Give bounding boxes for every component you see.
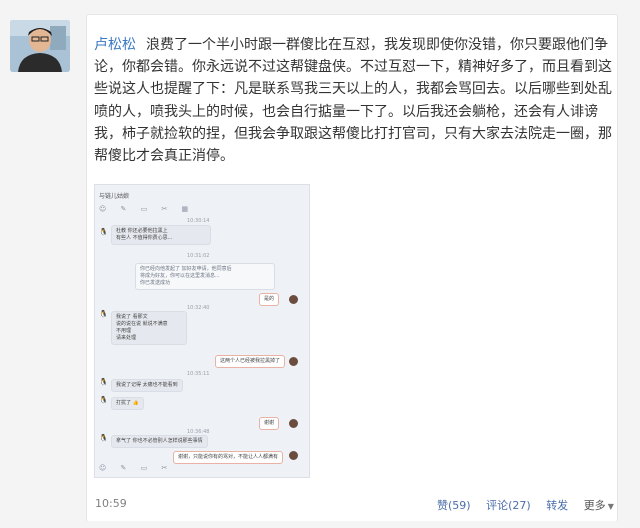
chat-message: 杜教 你还必要他拉黑上 有些人 不值得你费心思... bbox=[111, 225, 211, 245]
post-body: 卢松松 浪费了一个半小时跟一群傻比在互怼，我发现即使你没错，你只要跟他们争论，你都… bbox=[94, 34, 616, 167]
like-button[interactable]: 赞(59) bbox=[437, 499, 471, 512]
penguin-icon: 🐧 bbox=[99, 378, 108, 386]
post-text: 浪费了一个半小时跟一群傻比在互怼，我发现即使你没错，你只要跟他们争论，你都会错。… bbox=[94, 37, 612, 165]
penguin-icon: 🐧 bbox=[99, 396, 108, 404]
chat-title: 与链儿姑娘 bbox=[99, 193, 130, 200]
chat-timestamp: 10:30:14 bbox=[187, 218, 210, 224]
post-actions: 赞(59) 评论(27) 转发 更多 ▼ bbox=[437, 497, 614, 513]
avatar bbox=[289, 419, 298, 428]
more-label: 更多 bbox=[583, 499, 606, 512]
avatar bbox=[289, 295, 298, 304]
bottom-edge bbox=[0, 521, 640, 528]
chat-timestamp: 10:35:11 bbox=[187, 371, 210, 377]
avatar bbox=[289, 451, 298, 460]
avatar bbox=[289, 357, 298, 366]
chat-timestamp: 10:32:40 bbox=[187, 305, 210, 311]
chat-screenshot-image[interactable]: 与链儿姑娘 ☺ ✎ ▭ ✂ ▦ 10:30:14 🐧 杜教 你还必要他拉黑上 有… bbox=[94, 184, 310, 478]
chat-timestamp: 10:31:02 bbox=[187, 253, 210, 259]
chat-message: 谢谢，只能说你有的骂对，不能让人人都满有 bbox=[173, 451, 284, 464]
chat-message: 谢谢 bbox=[259, 417, 280, 430]
chat-message: 我说了 看那文 说的说在说 就说不满意 不用理 请来处理 bbox=[111, 311, 187, 345]
share-button[interactable]: 转发 bbox=[546, 499, 568, 512]
penguin-icon: 🐧 bbox=[99, 228, 108, 236]
chat-message: 是的 bbox=[259, 293, 280, 306]
chat-message: 这两个人已经被我拉黑掉了 bbox=[215, 355, 286, 368]
chat-bottom-icons: ☺ ✎ ▭ ✂ bbox=[99, 464, 174, 472]
chat-message: 我说了记得 太痛也不能看到 bbox=[111, 379, 183, 392]
avatar[interactable] bbox=[10, 20, 70, 72]
chevron-down-icon: ▼ bbox=[607, 502, 614, 511]
chat-toolbar-icons: ☺ ✎ ▭ ✂ ▦ bbox=[99, 205, 195, 213]
post-author[interactable]: 卢松松 bbox=[94, 37, 136, 53]
more-menu[interactable]: 更多 ▼ bbox=[584, 499, 614, 512]
post-time[interactable]: 10:59 bbox=[95, 497, 127, 510]
chat-message: 拿气了 你也不必管别人怎样说那些事情 bbox=[111, 435, 208, 448]
avatar-photo bbox=[10, 20, 70, 72]
system-notice: 你已经向他发起了 加好友申请，他同意后 将成为好友，你可以在这里发消息... 你… bbox=[135, 263, 275, 290]
penguin-icon: 🐧 bbox=[99, 434, 108, 442]
comment-button[interactable]: 评论(27) bbox=[486, 499, 531, 512]
penguin-icon: 🐧 bbox=[99, 310, 108, 318]
chat-message: 打扰了 👍 bbox=[111, 397, 144, 410]
